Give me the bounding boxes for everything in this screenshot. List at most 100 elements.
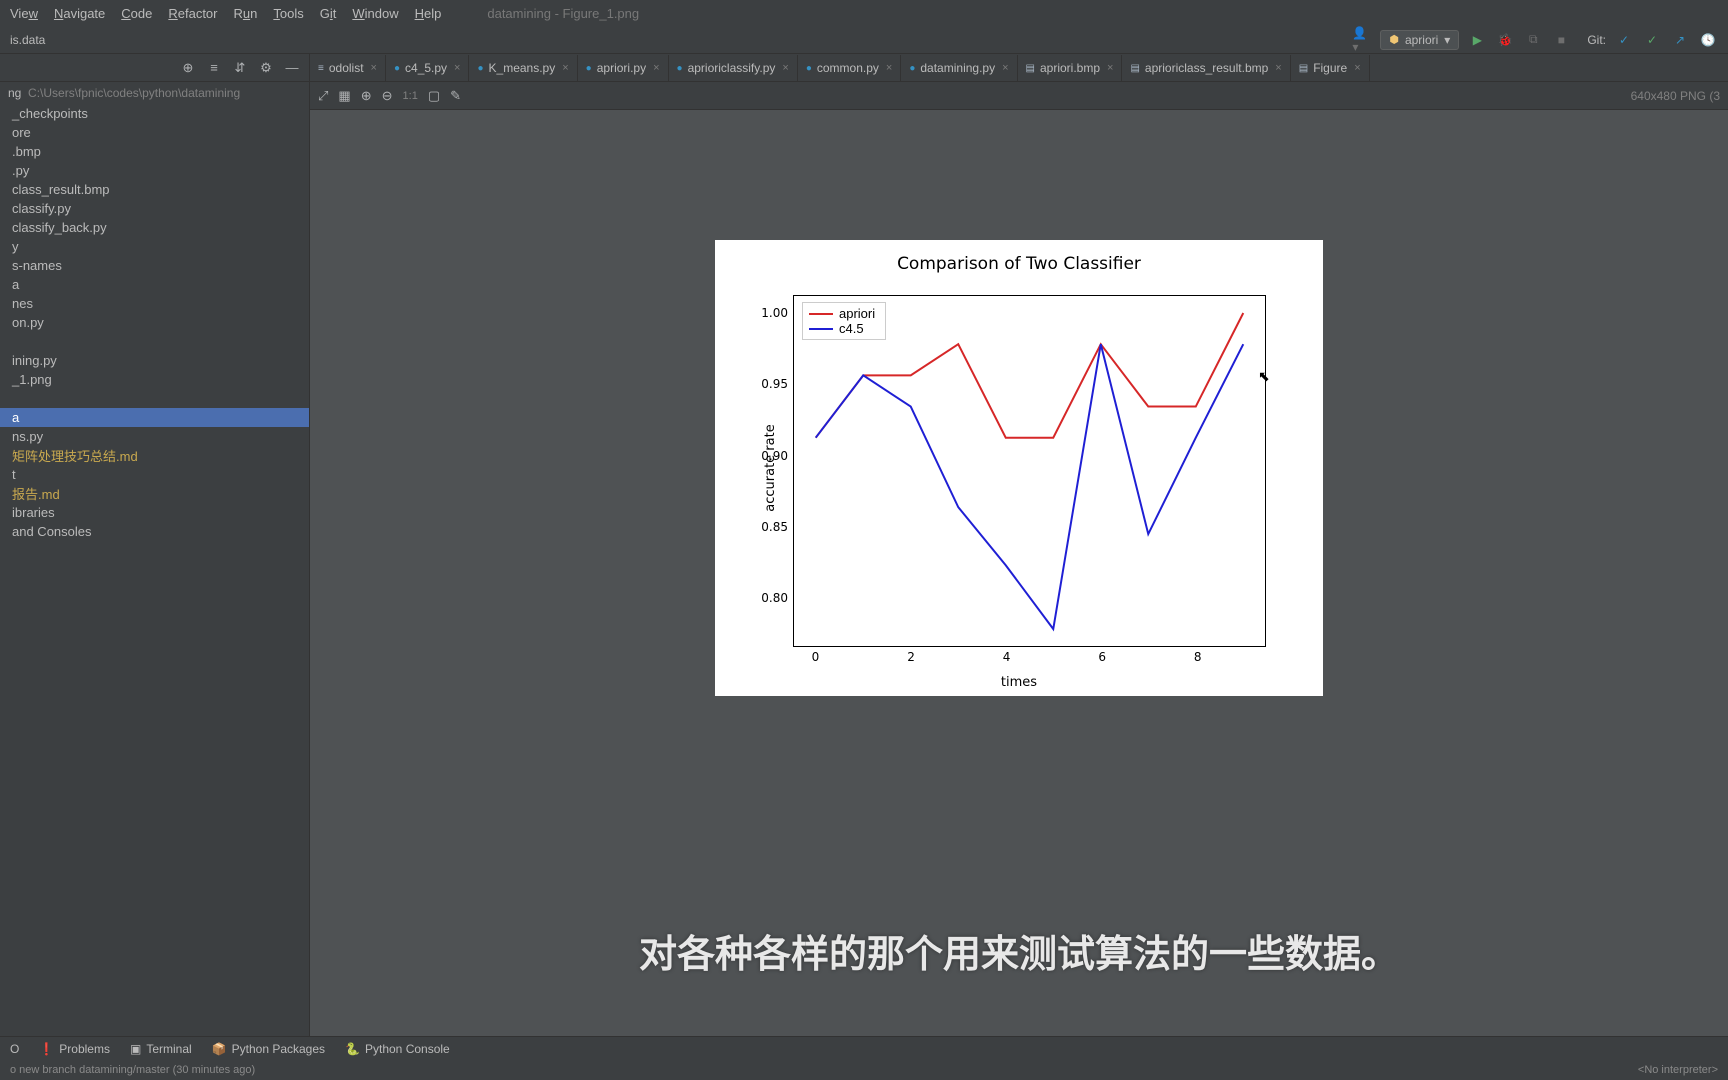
editor-tab[interactable]: ●aprioriclassify.py× <box>669 55 798 81</box>
legend-item-apriori: apriori <box>809 306 875 321</box>
git-commit-button[interactable]: ✓ <box>1642 30 1662 50</box>
xtick: 0 <box>812 650 820 664</box>
project-tree[interactable]: _checkpointsore.bmp.pyclass_result.bmpcl… <box>0 104 309 1038</box>
editor-tab[interactable]: ▤Figure× <box>1291 55 1370 81</box>
coverage-button[interactable]: ⧉ <box>1523 30 1543 50</box>
menu-code[interactable]: Code <box>121 6 152 21</box>
editor-tab[interactable]: ●datamining.py× <box>901 55 1017 81</box>
settings-icon[interactable]: ⚙ <box>255 57 277 79</box>
zoom-in-icon[interactable]: ⊕ <box>361 88 372 104</box>
run-config-label: apriori <box>1405 33 1438 47</box>
problems-tool[interactable]: ❗Problems <box>39 1042 110 1056</box>
tree-item[interactable]: and Consoles <box>0 522 309 541</box>
menu-navigate[interactable]: Navigate <box>54 6 105 21</box>
tree-item[interactable]: y <box>0 237 309 256</box>
chart-line-c4.5 <box>816 344 1244 629</box>
hide-icon[interactable]: — <box>281 57 303 79</box>
locate-icon[interactable]: ⊕ <box>177 57 199 79</box>
tree-item[interactable]: 矩阵处理技巧总结.md <box>0 446 309 465</box>
xtick: 4 <box>1003 650 1011 664</box>
git-push-button[interactable]: ↗ <box>1670 30 1690 50</box>
run-configuration-selector[interactable]: ⬢ apriori ▾ <box>1380 30 1459 50</box>
tab-label: c4_5.py <box>405 61 447 75</box>
terminal-tool[interactable]: ▣ Terminal <box>130 1042 192 1056</box>
close-icon[interactable]: × <box>1275 62 1281 74</box>
breadcrumb[interactable]: is.data <box>10 33 45 47</box>
menu-git[interactable]: Git <box>320 6 337 21</box>
tab-label: K_means.py <box>489 61 556 75</box>
close-icon[interactable]: × <box>1107 62 1113 74</box>
color-picker-icon[interactable]: ✎ <box>450 88 461 104</box>
python-console-tool[interactable]: 🐍 Python Console <box>345 1042 450 1056</box>
status-bar: o new branch datamining/master (30 minut… <box>0 1060 1728 1080</box>
tree-item[interactable]: class_result.bmp <box>0 180 309 199</box>
ytick: 0.90 <box>761 449 788 463</box>
zoom-level[interactable]: 1:1 <box>403 90 418 102</box>
chevron-down-icon: ▾ <box>1444 33 1450 47</box>
grid-icon[interactable]: ▦ <box>338 88 350 104</box>
close-icon[interactable]: × <box>371 62 377 74</box>
tree-item[interactable] <box>0 332 309 351</box>
tree-item[interactable]: on.py <box>0 313 309 332</box>
menu-tools[interactable]: Tools <box>273 6 303 21</box>
tree-item[interactable] <box>0 389 309 408</box>
close-icon[interactable]: × <box>1002 62 1008 74</box>
tree-item[interactable]: ore <box>0 123 309 142</box>
git-history-button[interactable]: 🕓 <box>1698 30 1718 50</box>
python-packages-tool[interactable]: 📦 Python Packages <box>212 1042 325 1056</box>
user-icon[interactable]: 👤▾ <box>1352 30 1372 50</box>
git-update-button[interactable]: ✓ <box>1614 30 1634 50</box>
tree-item[interactable]: ns.py <box>0 427 309 446</box>
editor-tab[interactable]: ●common.py× <box>798 55 902 81</box>
menu-window[interactable]: Window <box>352 6 398 21</box>
close-icon[interactable]: × <box>1354 62 1360 74</box>
actual-size-icon[interactable]: ▢ <box>428 88 440 104</box>
editor-tab[interactable]: ▤apriori.bmp× <box>1018 55 1123 81</box>
tree-item[interactable]: nes <box>0 294 309 313</box>
interpreter-status[interactable]: <No interpreter> <box>1638 1064 1718 1076</box>
menu-run[interactable]: Run <box>234 6 258 21</box>
tree-item[interactable]: classify_back.py <box>0 218 309 237</box>
editor-tabs: ≡odolist×●c4_5.py×●K_means.py×●apriori.p… <box>310 54 1728 82</box>
python-file-icon: ● <box>477 63 483 74</box>
close-icon[interactable]: × <box>886 62 892 74</box>
chart-plot-area: apriori c4.5 0.800.850.900.951.0002468 <box>793 295 1266 647</box>
run-button[interactable]: ▶ <box>1467 30 1487 50</box>
tree-item[interactable]: s-names <box>0 256 309 275</box>
tree-item[interactable]: 报告.md <box>0 484 309 503</box>
tree-item[interactable]: _1.png <box>0 370 309 389</box>
tree-item[interactable]: t <box>0 465 309 484</box>
expand-all-icon[interactable]: ≡ <box>203 57 225 79</box>
editor-tab[interactable]: ●c4_5.py× <box>386 55 470 81</box>
tree-item[interactable]: ining.py <box>0 351 309 370</box>
todo-tool[interactable]: O <box>10 1042 19 1056</box>
tree-item[interactable]: a <box>0 408 309 427</box>
tool-window-bar: O ❗Problems ▣ Terminal 📦 Python Packages… <box>0 1036 1728 1060</box>
menu-refactor[interactable]: Refactor <box>168 6 217 21</box>
tree-item[interactable]: .bmp <box>0 142 309 161</box>
editor-tab[interactable]: ≡odolist× <box>310 55 386 81</box>
xtick: 8 <box>1194 650 1202 664</box>
tree-item[interactable]: _checkpoints <box>0 104 309 123</box>
close-icon[interactable]: × <box>782 62 788 74</box>
ytick: 0.95 <box>761 377 788 391</box>
image-viewport[interactable]: Comparison of Two Classifier accurate ra… <box>310 110 1728 1038</box>
close-icon[interactable]: × <box>562 62 568 74</box>
stop-button[interactable]: ■ <box>1551 30 1571 50</box>
fit-icon[interactable]: ⤢ <box>318 88 328 104</box>
menu-view[interactable]: View <box>10 6 38 21</box>
zoom-out-icon[interactable]: ⊖ <box>382 88 393 104</box>
tree-item[interactable]: classify.py <box>0 199 309 218</box>
editor-tab[interactable]: ●apriori.py× <box>578 55 669 81</box>
tree-item[interactable]: a <box>0 275 309 294</box>
close-icon[interactable]: × <box>454 62 460 74</box>
menu-help[interactable]: Help <box>415 6 442 21</box>
tree-item[interactable]: ibraries <box>0 503 309 522</box>
close-icon[interactable]: × <box>653 62 659 74</box>
project-root[interactable]: ng C:\Users\fpnic\codes\python\dataminin… <box>0 82 309 104</box>
editor-tab[interactable]: ▤aprioriclass_result.bmp× <box>1122 55 1290 81</box>
editor-tab[interactable]: ● K_means.py × <box>469 55 577 81</box>
collapse-all-icon[interactable]: ⇵ <box>229 57 251 79</box>
tree-item[interactable]: .py <box>0 161 309 180</box>
debug-button[interactable]: 🐞 <box>1495 30 1515 50</box>
